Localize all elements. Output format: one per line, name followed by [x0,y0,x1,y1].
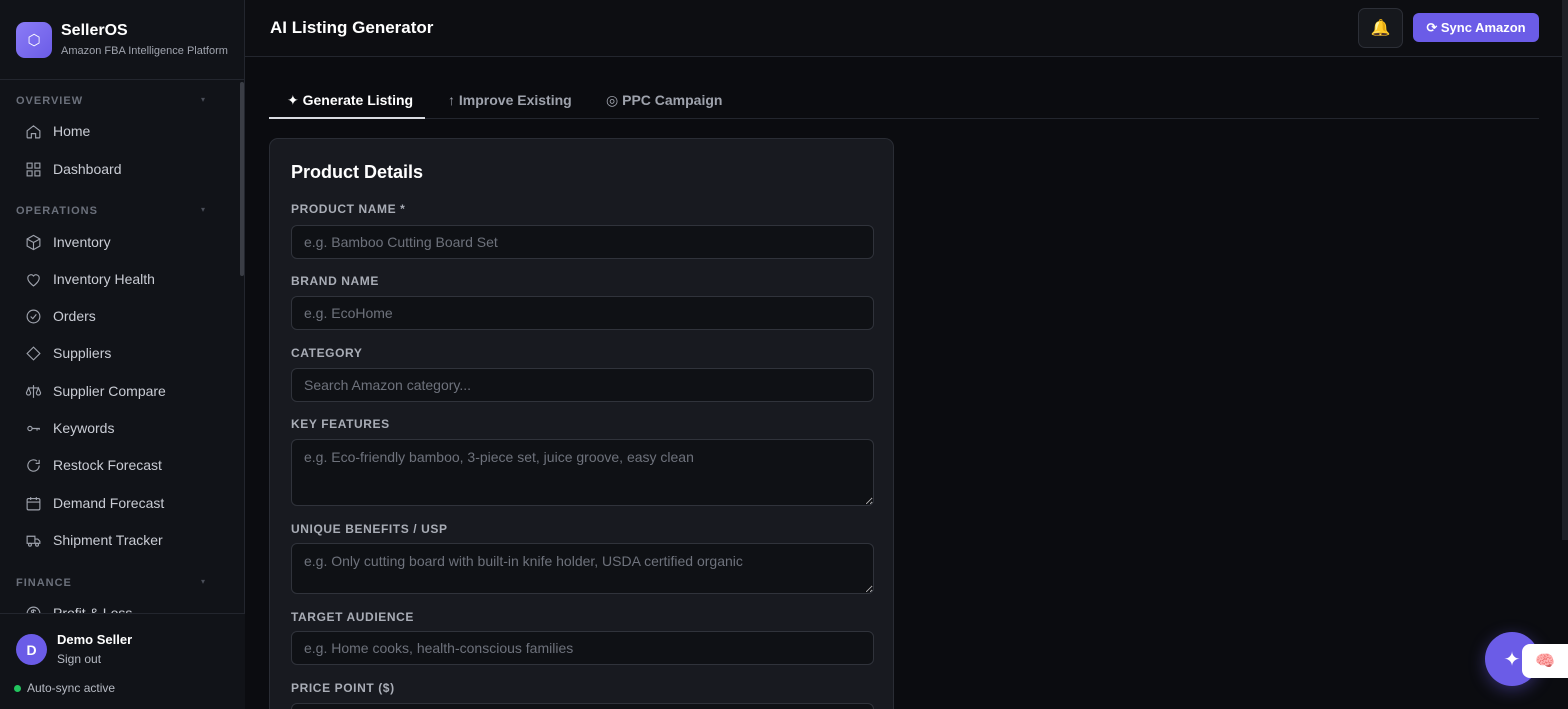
status-dot-icon [14,684,21,692]
sidebar-item-label: Inventory [53,234,111,250]
sidebar-item-label: Dashboard [53,161,122,177]
sidebar-item-shipment-tracker[interactable]: Shipment Tracker [16,523,226,557]
sidebar-item-inventory-health[interactable]: Inventory Health [16,262,226,296]
avatar[interactable]: D [16,634,47,665]
brand-name: SellerOS [61,22,128,39]
sidebar-item-dashboard[interactable]: Dashboard [16,152,226,186]
card-title: Product Details [291,162,424,182]
chevron-down-icon: ▾ [200,95,206,104]
brand-name-label: BRAND NAME [291,274,379,288]
sidebar-item-label: Demand Forecast [53,495,165,511]
tab-improve-existing[interactable]: ↑ Improve Existing [448,92,572,108]
sidebar-item-label: Restock Forecast [53,457,162,473]
key-features-label: KEY FEATURES [291,417,390,431]
assistant-widget-tab[interactable]: 🧠 [1522,644,1568,678]
sidebar-item-suppliers[interactable]: Suppliers [16,336,226,370]
sparkle-icon: ✦ [1503,648,1521,671]
target-audience-input[interactable] [291,631,874,665]
product-name-input[interactable] [291,225,874,259]
product-name-label: PRODUCT NAME * [291,202,406,216]
sidebar-item-label: Profit & Loss [53,605,133,613]
sidebar-item-label: Orders [53,308,96,324]
sidebar-item-profit-loss[interactable]: Profit & Loss [16,596,226,613]
dollar-circle-icon [26,606,41,613]
bell-icon: 🔔 [1370,20,1391,37]
sidebar-item-label: Keywords [53,420,115,436]
home-icon [26,124,41,138]
heart-icon [27,273,40,287]
section-label: OPERATIONS [16,205,98,217]
notifications-button[interactable]: 🔔 [1358,8,1403,48]
page-scrollbar[interactable] [1562,0,1568,540]
sidebar-item-demand-forecast[interactable]: Demand Forecast [16,486,226,520]
sidebar-item-inventory[interactable]: Inventory [16,225,226,259]
section-label: FINANCE [16,577,72,589]
check-circle-icon [26,309,41,323]
tab-bar: ✦ Generate Listing ↑ Improve Existing ◎ … [269,84,1539,119]
truck-icon [26,535,41,547]
target-audience-label: TARGET AUDIENCE [291,610,414,624]
sidebar-item-label: Home [53,123,91,139]
user-panel: D Demo Seller Sign out Auto-sync active [0,613,245,709]
sidebar-nav: OVERVIEW ▾ Home Dashboard OPERATIONS ▾ Inv… [0,80,238,613]
sync-status: Auto-sync active [14,681,115,695]
sidebar-scrollbar[interactable] [240,82,244,276]
page-title: AI Listing Generator [270,18,434,37]
chevron-down-icon: ▾ [200,205,206,214]
grid-icon [26,162,41,176]
diamond-icon [26,345,41,361]
brand[interactable]: ⬡ SellerOS Amazon FBA Intelligence Platf… [0,0,244,80]
tab-generate-listing[interactable]: ✦ Generate Listing [287,92,413,109]
calendar-icon [26,496,41,510]
product-details-card: Product Details PRODUCT NAME * BRAND NAM… [269,138,894,709]
brand-subtitle: Amazon FBA Intelligence Platform [61,45,228,57]
sidebar-item-restock-forecast[interactable]: Restock Forecast [16,448,226,482]
section-operations[interactable]: OPERATIONS ▾ [16,205,206,217]
signout-link[interactable]: Sign out [57,652,101,666]
key-icon [27,425,40,431]
sidebar-item-label: Suppliers [53,345,112,361]
sidebar-item-home[interactable]: Home [16,114,226,148]
topbar: AI Listing Generator 🔔 ⟳ Sync Amazon [245,0,1568,57]
usp-textarea[interactable] [291,543,874,594]
price-point-input[interactable] [291,703,874,709]
section-overview[interactable]: OVERVIEW ▾ [16,95,206,107]
scale-icon [25,384,42,398]
sidebar-item-label: Inventory Health [53,271,155,287]
sync-status-label: Auto-sync active [27,681,116,695]
section-label: OVERVIEW [16,95,84,107]
hexagon-icon: ⬡ [16,21,52,58]
sidebar-item-keywords[interactable]: Keywords [16,411,226,445]
active-tab-indicator [269,117,425,119]
brain-icon: 🧠 [1535,653,1555,670]
brand-name-input[interactable] [291,296,874,330]
section-finance[interactable]: FINANCE ▾ [16,577,206,589]
usp-label: UNIQUE BENEFITS / USP [291,522,448,536]
sync-amazon-button[interactable]: ⟳ Sync Amazon [1413,13,1539,42]
box-icon [26,234,41,250]
sidebar-item-orders[interactable]: Orders [16,299,226,333]
sidebar-item-supplier-compare[interactable]: Supplier Compare [16,374,226,408]
sidebar: ⬡ SellerOS Amazon FBA Intelligence Platf… [0,0,245,709]
category-label: CATEGORY [291,346,363,360]
sidebar-item-label: Shipment Tracker [53,532,163,548]
tab-ppc-campaign[interactable]: ◎ PPC Campaign [606,92,722,109]
category-search-input[interactable] [291,368,874,402]
refresh-icon [27,458,40,472]
key-features-textarea[interactable] [291,439,874,506]
price-point-label: PRICE POINT ($) [291,681,395,695]
sidebar-item-label: Supplier Compare [53,383,166,399]
user-name: Demo Seller [57,632,133,647]
chevron-down-icon: ▾ [200,577,206,586]
